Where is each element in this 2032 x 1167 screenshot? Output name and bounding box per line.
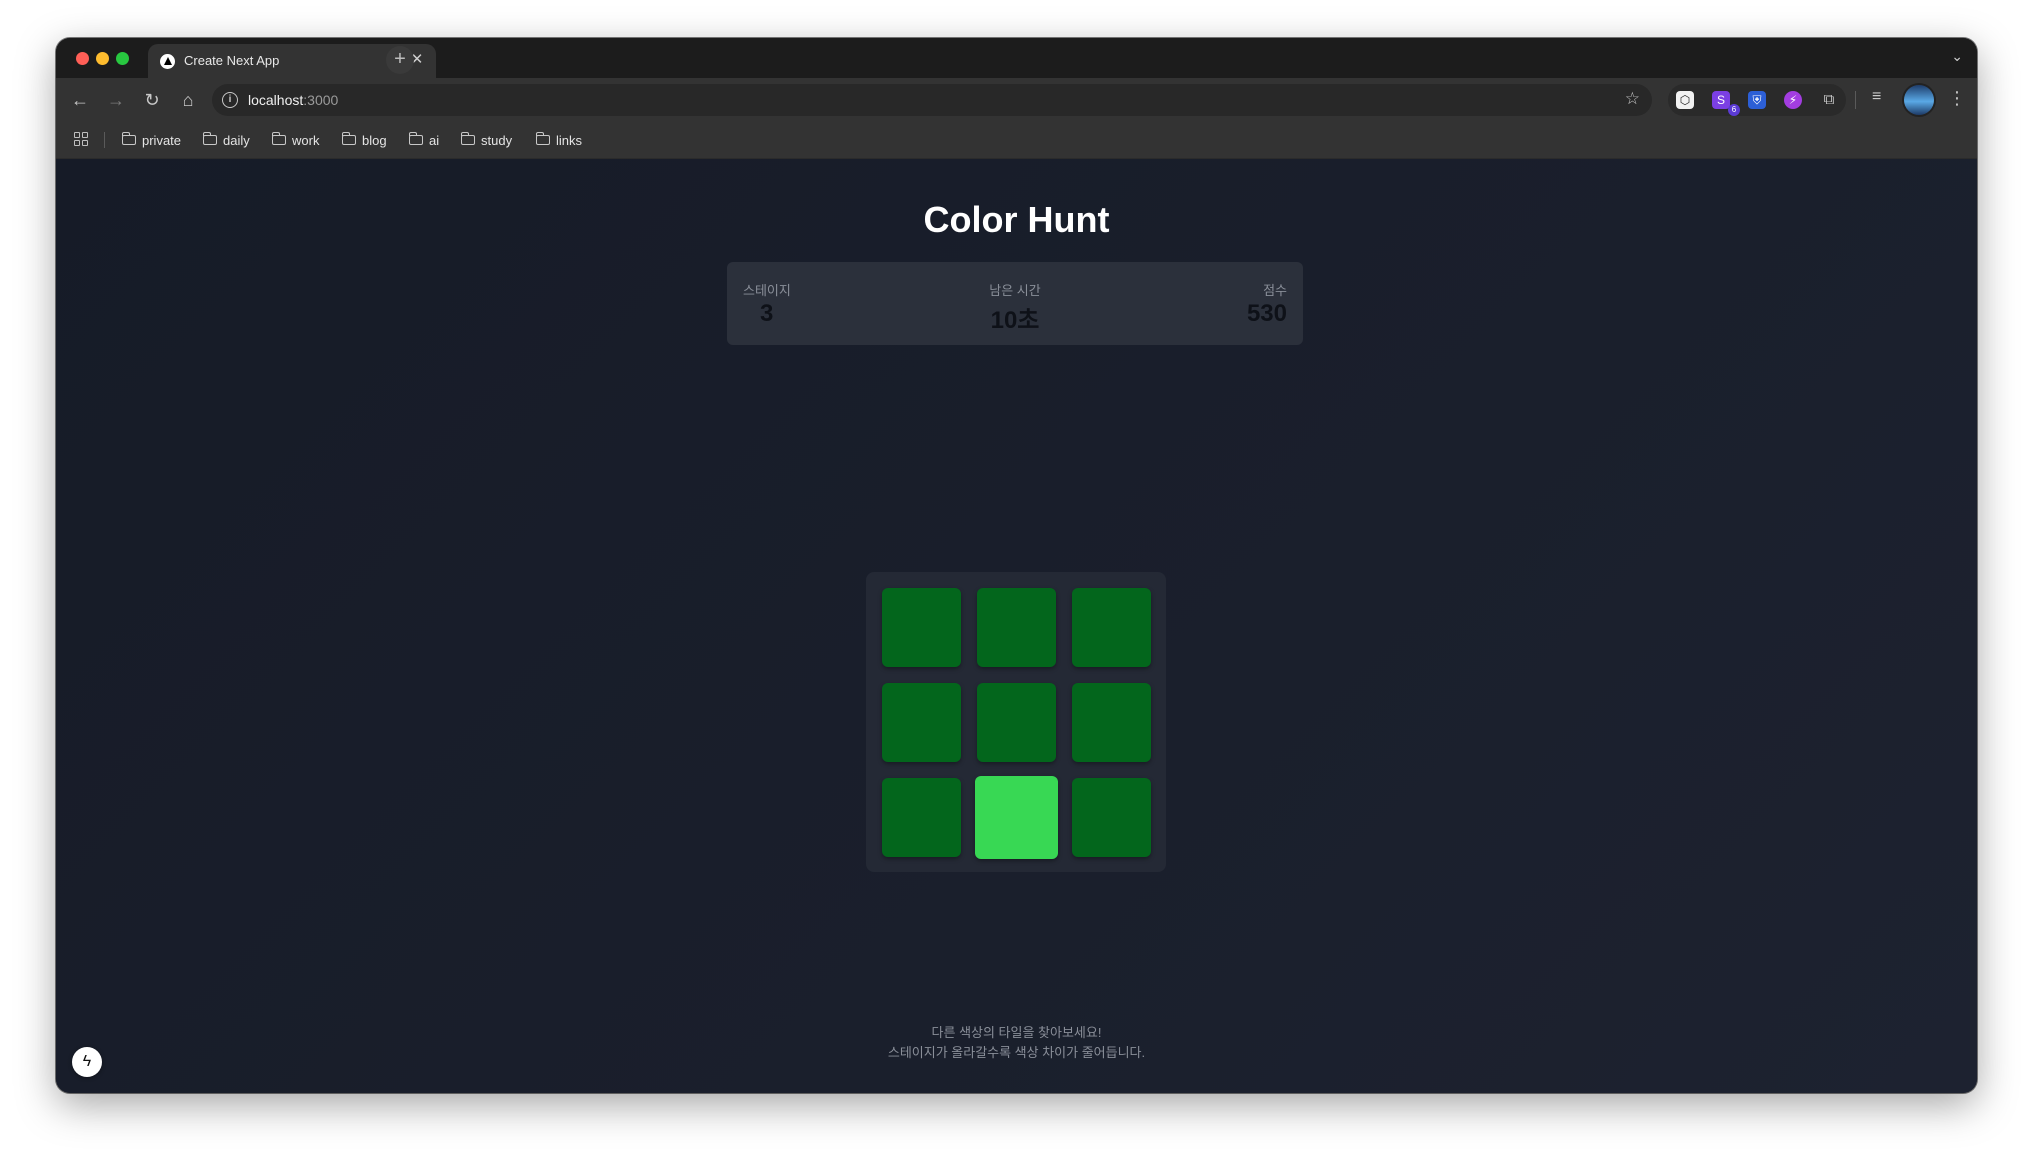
tile[interactable] <box>882 588 961 667</box>
site-info-icon[interactable]: i <box>222 92 238 108</box>
tile-grid <box>866 572 1166 872</box>
folder-icon <box>535 132 550 145</box>
folder-icon <box>341 132 356 145</box>
score-value: 530 <box>1246 300 1287 327</box>
bookmark-links[interactable]: links <box>535 131 582 149</box>
time-value: 10초 <box>990 307 1040 334</box>
bookmark-daily[interactable]: daily <box>202 131 250 149</box>
instruction-line-2: 스테이지가 올라갈수록 색상 차이가 줄어듭니다. <box>887 1045 1146 1060</box>
extension-shield-icon[interactable]: ⛨ <box>1748 91 1766 109</box>
folder-icon <box>271 132 286 145</box>
bookmarks-bar: private daily work blog ai study links <box>56 122 1977 159</box>
tile[interactable] <box>882 683 961 762</box>
browser-toolbar: ← → ↻ ⌂ i localhost:3000 ☆ ⬡ S 6 ⛨ ⚡ ⧉ ≡… <box>56 78 1977 122</box>
minimize-window-button[interactable] <box>96 52 109 65</box>
bookmark-blog[interactable]: blog <box>341 131 387 149</box>
score-label: 점수 <box>1263 283 1287 298</box>
home-icon[interactable]: ⌂ <box>176 88 200 112</box>
puzzle-icon[interactable]: ⧉ <box>1820 91 1838 109</box>
profile-avatar[interactable] <box>1904 85 1934 115</box>
tile-odd[interactable] <box>975 776 1058 859</box>
kebab-menu-icon[interactable]: ⋮ <box>1948 88 1966 109</box>
instruction-line-1: 다른 색상의 타일을 찾아보세요! <box>931 1025 1102 1040</box>
bookmark-work[interactable]: work <box>271 131 319 149</box>
reading-list-icon[interactable]: ≡ <box>1872 88 1881 106</box>
bookmark-private[interactable]: private <box>121 131 181 149</box>
extension-badge: 6 <box>1728 104 1740 116</box>
apps-grid-icon[interactable] <box>74 132 88 146</box>
page-content: Color Hunt 스테이지 3 남은 시간 10초 점수 530 다른 색상… <box>56 159 1977 1093</box>
bookmark-study[interactable]: study <box>460 131 512 149</box>
back-arrow-icon[interactable]: ← <box>68 88 92 112</box>
stats-panel: 스테이지 3 남은 시간 10초 점수 530 <box>727 262 1303 345</box>
tile[interactable] <box>1072 778 1151 857</box>
bookmark-star-icon[interactable]: ☆ <box>1625 89 1640 109</box>
tab-title: Create Next App <box>184 53 280 68</box>
nextjs-favicon-icon <box>160 54 175 69</box>
folder-icon <box>408 132 423 145</box>
toolbar-separator <box>1855 91 1856 109</box>
tile[interactable] <box>1072 683 1151 762</box>
extension-s-icon[interactable]: S <box>1712 91 1730 109</box>
extensions-group: ⬡ S 6 ⛨ ⚡ ⧉ <box>1668 84 1846 116</box>
reload-icon[interactable]: ↻ <box>140 88 164 112</box>
tile[interactable] <box>882 778 961 857</box>
close-window-button[interactable] <box>76 52 89 65</box>
tile[interactable] <box>977 683 1056 762</box>
tab-search-chevron-icon[interactable]: ⌄ <box>1951 48 1963 65</box>
lightning-icon[interactable]: ϟ <box>72 1047 102 1077</box>
forward-arrow-icon[interactable]: → <box>104 88 128 112</box>
folder-icon <box>460 132 475 145</box>
bookmark-ai[interactable]: ai <box>408 131 439 149</box>
folder-icon <box>121 132 136 145</box>
extension-hex-icon[interactable]: ⬡ <box>1676 91 1694 109</box>
tile[interactable] <box>1072 588 1151 667</box>
browser-window: Create Next App ✕ + ⌄ ← → ↻ ⌂ i localhos… <box>56 38 1977 1093</box>
url-text[interactable]: localhost:3000 <box>248 92 338 108</box>
bookmarks-separator <box>104 132 105 148</box>
address-bar[interactable]: i localhost:3000 ☆ <box>212 84 1652 116</box>
folder-icon <box>202 132 217 145</box>
tab-strip: Create Next App ✕ + ⌄ <box>56 38 1977 78</box>
instructions: 다른 색상의 타일을 찾아보세요! 스테이지가 올라갈수록 색상 차이가 줄어듭… <box>56 1023 1977 1063</box>
maximize-window-button[interactable] <box>116 52 129 65</box>
tile[interactable] <box>977 588 1056 667</box>
new-tab-button[interactable]: + <box>386 46 414 74</box>
extension-messenger-icon[interactable]: ⚡ <box>1784 91 1802 109</box>
time-label: 남은 시간 <box>989 283 1041 298</box>
page-title: Color Hunt <box>923 199 1110 240</box>
